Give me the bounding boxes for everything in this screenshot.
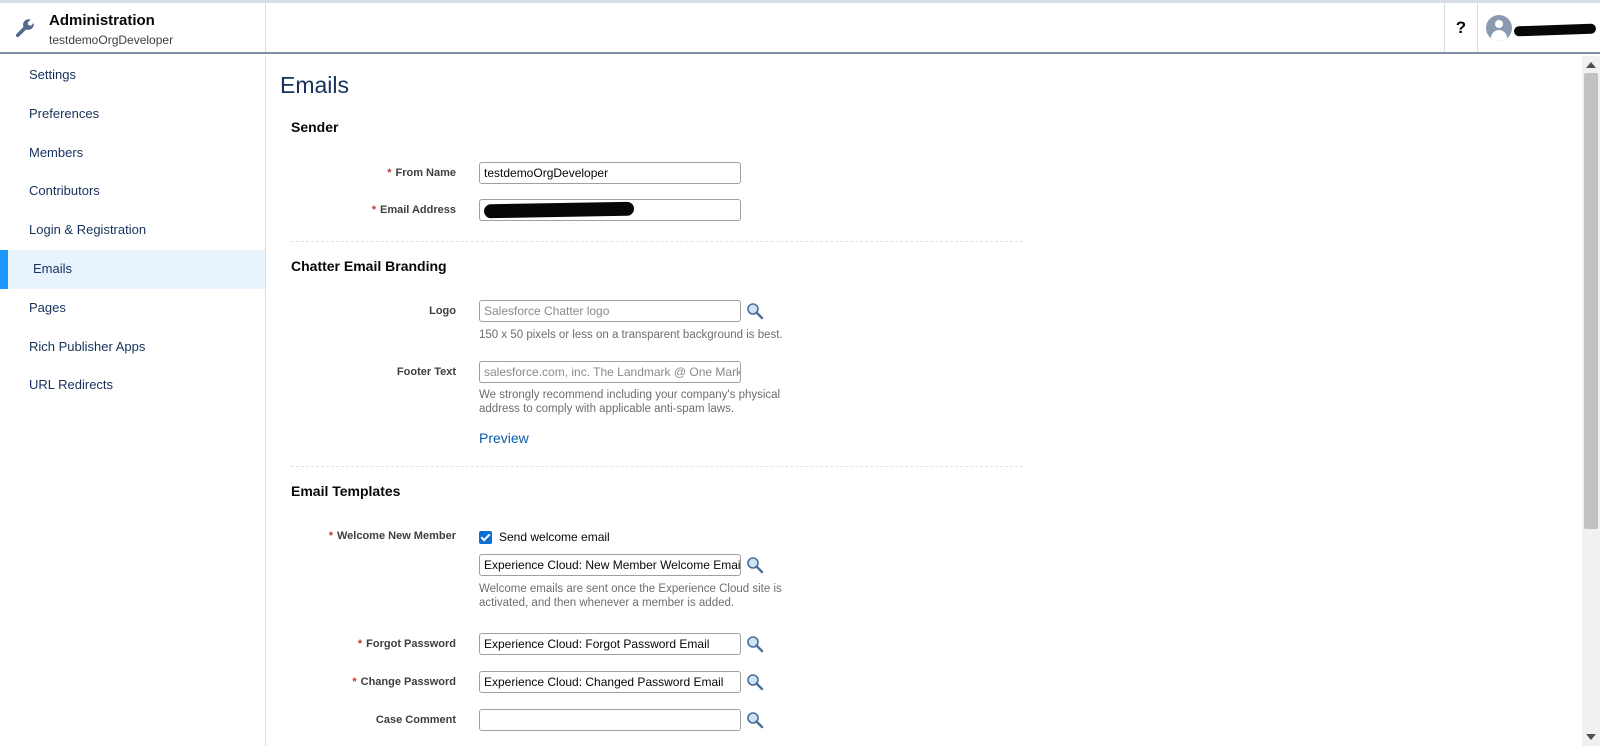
redacted-email [483, 201, 635, 219]
sidebar-item-url-redirects[interactable]: URL Redirects [0, 366, 265, 405]
sidebar-item-members[interactable]: Members [0, 134, 265, 173]
main-content: Emails Sender * From Name testdemoOrgDeve… [266, 56, 1582, 746]
sidebar-item-settings[interactable]: Settings [0, 56, 265, 95]
sidebar-item-preferences[interactable]: Preferences [0, 95, 265, 134]
email-address-label-text: Email Address [379, 204, 456, 216]
welcome-template-input[interactable]: Experience Cloud: New Member Welcome Ema… [479, 554, 741, 576]
sidebar-item-login-registration[interactable]: Login & Registration [0, 211, 265, 250]
welcome-member-label: * Welcome New Member [266, 530, 456, 542]
required-marker: * [387, 167, 392, 179]
from-name-label-text: From Name [395, 167, 456, 179]
vertical-scrollbar[interactable] [1582, 56, 1600, 746]
section-divider [291, 466, 1023, 467]
sidebar-nav: Settings Preferences Members Contributor… [0, 56, 266, 746]
org-name: testdemoOrgDeveloper [49, 33, 174, 47]
footer-text-label: Footer Text [396, 366, 456, 378]
sidebar-item-pages[interactable]: Pages [0, 289, 265, 328]
scroll-down-arrow-icon[interactable] [1586, 734, 1596, 740]
sidebar-item-emails[interactable]: Emails [0, 249, 265, 289]
avatar[interactable] [1486, 15, 1512, 41]
welcome-help-text: Welcome emails are sent once the Experie… [479, 583, 782, 609]
section-title-templates: Email Templates [291, 483, 401, 499]
logo-help-text: 150 x 50 pixels or less on a transparent… [479, 329, 783, 341]
section-divider [291, 241, 1023, 242]
lookup-icon[interactable] [746, 556, 764, 574]
send-welcome-label[interactable]: Send welcome email [499, 530, 610, 544]
send-welcome-checkbox[interactable] [479, 531, 492, 544]
footer-text-input[interactable]: salesforce.com, inc. The Landmark @ One … [479, 361, 741, 383]
welcome-member-label-text: Welcome New Member [336, 530, 456, 542]
required-marker: * [328, 530, 333, 542]
case-comment-label: Case Comment [375, 714, 456, 726]
scroll-up-arrow-icon[interactable] [1586, 62, 1596, 68]
preview-link[interactable]: Preview [479, 430, 529, 446]
required-marker: * [357, 638, 363, 650]
forgot-password-label-text: Forgot Password [366, 638, 456, 650]
page-title: Emails [280, 72, 350, 98]
app-title: Administration [49, 12, 155, 29]
required-marker: * [371, 204, 376, 216]
redacted-username[interactable] [1513, 23, 1597, 37]
lookup-icon[interactable] [746, 711, 764, 729]
email-address-label: * Email Address [266, 204, 456, 216]
section-title-sender: Sender [291, 119, 339, 135]
logo-label: Logo [429, 305, 456, 317]
case-comment-input[interactable] [479, 709, 741, 731]
help-button[interactable]: ? [1444, 3, 1478, 52]
sidebar-item-contributors[interactable]: Contributors [0, 172, 265, 211]
app-header: Administration testdemoOrgDeveloper ? [0, 3, 1600, 54]
lookup-icon[interactable] [746, 673, 764, 691]
lookup-icon[interactable] [746, 635, 764, 653]
change-password-label-text: Change Password [360, 676, 456, 688]
wrench-icon [15, 19, 34, 38]
change-password-input[interactable]: Experience Cloud: Changed Password Email [479, 671, 741, 693]
required-marker: * [352, 676, 357, 688]
forgot-password-input[interactable]: Experience Cloud: Forgot Password Email [479, 633, 741, 655]
from-name-input[interactable]: testdemoOrgDeveloper [479, 162, 741, 184]
header-app-block: Administration testdemoOrgDeveloper [0, 3, 266, 52]
from-name-label: * From Name [266, 167, 456, 179]
lookup-icon[interactable] [746, 302, 764, 320]
footer-help-text: We strongly recommend including your com… [479, 389, 781, 415]
sidebar-item-rich-publisher-apps[interactable]: Rich Publisher Apps [0, 328, 265, 367]
scrollbar-thumb[interactable] [1584, 73, 1598, 529]
logo-input[interactable]: Salesforce Chatter logo [479, 300, 741, 322]
section-title-branding: Chatter Email Branding [291, 258, 447, 274]
forgot-password-label: * Forgot Password [266, 638, 456, 650]
change-password-label: * Change Password [266, 676, 456, 688]
